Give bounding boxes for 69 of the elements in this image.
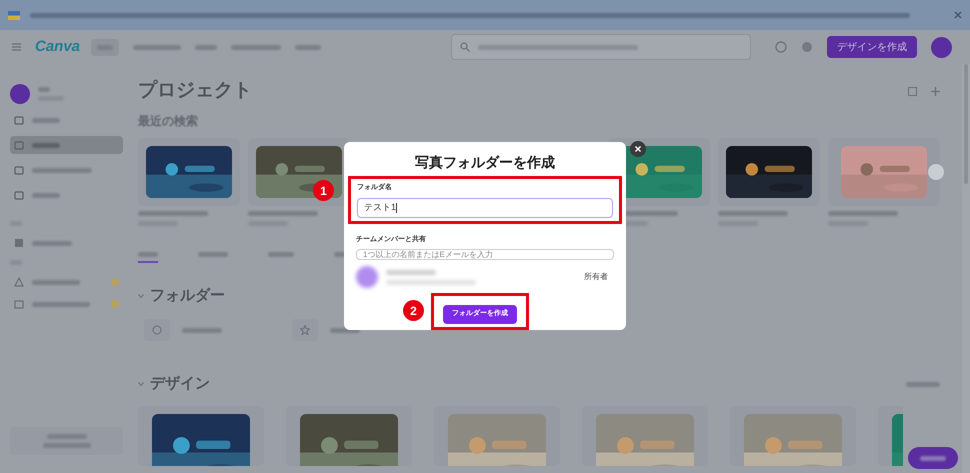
blurred-text xyxy=(38,87,50,92)
blurred-text xyxy=(133,44,181,50)
blurred-text xyxy=(295,44,321,50)
menu-icon[interactable] xyxy=(12,43,21,51)
card-background[interactable] xyxy=(248,138,350,206)
input-field[interactable]: 1つ以上の名前またはEメールを入力 xyxy=(356,249,614,260)
blurred-text xyxy=(182,328,222,332)
close-icon[interactable] xyxy=(954,11,962,19)
card-background[interactable] xyxy=(138,138,240,206)
nav-tab[interactable] xyxy=(91,38,119,56)
people-icon xyxy=(14,238,24,248)
blurred-text xyxy=(906,382,940,387)
section-heading: デザイン xyxy=(150,374,210,394)
blurred-text xyxy=(32,118,60,122)
trash-icon xyxy=(14,190,24,200)
avatar xyxy=(356,266,378,288)
brand-icon xyxy=(14,277,24,287)
field-value: テスト1 xyxy=(364,200,396,214)
pro-badge xyxy=(111,278,119,286)
chevron-icon[interactable] xyxy=(138,382,144,386)
avatar[interactable] xyxy=(10,84,30,104)
blurred-text xyxy=(46,434,86,439)
blurred-text xyxy=(138,210,208,216)
blurred-text xyxy=(386,270,436,275)
blurred-text xyxy=(32,168,92,172)
blurred-text xyxy=(718,210,788,216)
input-field[interactable]: テスト1 xyxy=(357,198,613,218)
blurred-text xyxy=(32,302,90,306)
blurred-text xyxy=(138,252,158,256)
blurred-text xyxy=(248,210,318,216)
blurred-text xyxy=(198,252,228,256)
blurred-text xyxy=(42,443,90,448)
filter-tab[interactable] xyxy=(138,252,158,262)
upload-icon xyxy=(152,325,162,335)
calendar-icon xyxy=(14,299,24,309)
pro-trial-card[interactable] xyxy=(10,427,123,455)
search-field[interactable] xyxy=(451,34,751,60)
blurred-text xyxy=(32,142,60,148)
help-button[interactable] xyxy=(908,447,958,469)
flag-icon xyxy=(8,10,20,20)
design-icon xyxy=(14,165,24,175)
chevron-icon[interactable] xyxy=(138,294,144,298)
create-design-button[interactable]: デザインを作成 xyxy=(827,36,917,58)
blurred-text xyxy=(920,456,946,460)
page-title: プロジェクト xyxy=(138,78,252,103)
plus-icon[interactable] xyxy=(931,86,940,96)
settings-icon[interactable] xyxy=(801,41,813,53)
grid-icon[interactable] xyxy=(908,86,917,96)
folder-icon xyxy=(14,140,24,150)
section-heading: フォルダー xyxy=(150,286,225,306)
owner-role: 所有者 xyxy=(584,271,608,284)
blurred-text xyxy=(268,252,294,256)
home-icon xyxy=(14,115,24,125)
star-icon xyxy=(300,325,310,335)
sidebar-item[interactable] xyxy=(10,136,123,154)
blurred-text xyxy=(32,280,80,284)
blurred-text xyxy=(32,192,60,198)
close-icon xyxy=(635,146,641,152)
card-background[interactable] xyxy=(138,406,264,466)
search-icon xyxy=(460,42,470,52)
blurred-text xyxy=(828,210,898,216)
help-icon[interactable] xyxy=(775,41,787,53)
avatar[interactable] xyxy=(931,36,952,58)
card-background[interactable] xyxy=(718,138,820,206)
pro-badge xyxy=(111,300,119,308)
dialog-title: 写真フォルダーを作成 xyxy=(414,153,556,172)
blurred-text xyxy=(231,44,281,50)
blurred-text xyxy=(32,240,72,246)
blurred-text xyxy=(195,44,217,50)
